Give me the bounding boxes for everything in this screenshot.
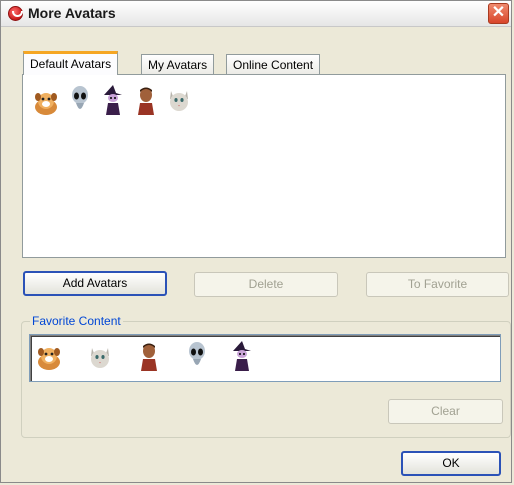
ok-button[interactable]: OK: [401, 451, 501, 476]
man-avatar-icon[interactable]: [133, 85, 159, 115]
witch-avatar-icon[interactable]: [229, 341, 255, 371]
cat-avatar-icon[interactable]: [87, 342, 113, 372]
close-button[interactable]: ✕: [488, 3, 509, 24]
add-avatars-button[interactable]: Add Avatars: [23, 271, 167, 296]
favorite-content-label: Favorite Content: [30, 314, 123, 328]
clear-button[interactable]: Clear: [388, 399, 503, 424]
alien-avatar-icon[interactable]: [184, 341, 210, 371]
title-bar[interactable]: More Avatars ✕: [1, 1, 511, 27]
tab-online-content[interactable]: Online Content: [226, 54, 321, 74]
default-avatars-panel: [22, 74, 506, 258]
witch-avatar-icon[interactable]: [100, 85, 126, 115]
cat-avatar-icon[interactable]: [166, 85, 192, 115]
tab-default-avatars[interactable]: Default Avatars: [23, 51, 119, 75]
to-favorite-button[interactable]: To Favorite: [366, 272, 509, 297]
delete-button[interactable]: Delete: [194, 272, 338, 297]
tab-my-avatars[interactable]: My Avatars: [141, 54, 215, 74]
man-avatar-icon[interactable]: [136, 341, 162, 371]
dog-avatar-icon[interactable]: [36, 342, 62, 372]
alien-avatar-icon[interactable]: [67, 85, 93, 115]
favorite-avatars-list: [29, 334, 501, 382]
dog-avatar-icon[interactable]: [33, 87, 59, 117]
app-logo-icon: [8, 6, 23, 21]
window-title: More Avatars: [28, 5, 116, 21]
